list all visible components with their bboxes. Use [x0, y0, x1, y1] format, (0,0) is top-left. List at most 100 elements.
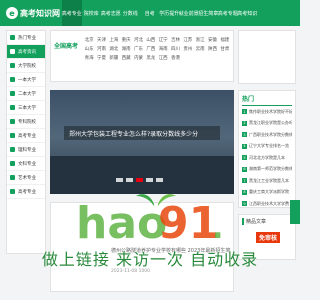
category-icon	[10, 77, 15, 82]
region-link[interactable]: 湖北	[108, 44, 120, 53]
region-link[interactable]: 山东	[83, 44, 95, 53]
sidebar-item[interactable]: 一本大学	[7, 73, 45, 87]
region-link[interactable]: 辽宁	[157, 35, 169, 44]
sidebar-item[interactable]: 热门专业	[7, 31, 45, 45]
category-icon	[10, 189, 15, 194]
hot-list-item[interactable]: 5 河北北方学院是几本	[242, 152, 292, 164]
region-link[interactable]: 海南	[157, 44, 169, 53]
hot-list-item[interactable]: 8 重庆工商大学派斯学院	[242, 187, 292, 199]
sidebar-item[interactable]: 二本大学	[7, 87, 45, 101]
sidebar-item-label: 三本大学	[18, 105, 36, 111]
region-link[interactable]: 黑龙	[145, 53, 157, 62]
carousel-dot[interactable]	[116, 178, 123, 182]
nav-item[interactable]: 高考专业	[62, 0, 82, 26]
nav-item[interactable]: 高考专题	[218, 0, 238, 26]
site-logo[interactable]: e 高考知识网	[0, 7, 62, 19]
sidebar-item[interactable]: 文科专业	[7, 157, 45, 171]
sidebar-item[interactable]: 专科院校	[7, 115, 45, 129]
region-link[interactable]: 陕西	[206, 44, 218, 53]
hot-list-item[interactable]: 7 黑龙江工业学院是几本	[242, 175, 292, 187]
ad-box[interactable]	[238, 30, 296, 84]
hot-list-title: 热门	[242, 94, 292, 106]
floating-sidebar-toggle[interactable]	[290, 200, 300, 224]
region-link[interactable]: 北京	[83, 35, 95, 44]
nav-item[interactable]: 学历提升	[159, 0, 179, 26]
rank-badge: 1	[242, 109, 247, 115]
hot-item-label: 江西职业技术大学学费	[249, 200, 289, 206]
region-grid: 北京 天津 上海 重庆 河北 山西 辽宁 吉林 江苏 浙江 安徽 福建山东 河南 湖北 湖南 广东 广西 海南 四川…	[81, 31, 233, 81]
sidebar-item[interactable]: 理科专业	[7, 143, 45, 157]
hot-item-label: 重庆工商大学派斯学院	[249, 189, 289, 195]
region-link[interactable]: 青海	[83, 53, 95, 62]
region-link[interactable]: 河北	[132, 35, 144, 44]
right-column: 热门 1 焦作职业技术学院好不好 2 黑龙江职业学院是公办吗 3 广西职业技术学院分数线 4…	[238, 30, 296, 260]
nav-item[interactable]: 高考志愿	[101, 0, 121, 26]
region-link[interactable]: 浙江	[194, 35, 206, 44]
nav-item[interactable]: 就业前景	[179, 0, 199, 26]
sidebar-item[interactable]: 艺术专业	[7, 171, 45, 185]
article-title[interactable]: 德州公路隧道养护专业学校有哪些 2023年最新招生简章	[111, 247, 231, 254]
category-icon	[10, 161, 15, 166]
hot-list-item[interactable]: 4 辽宁大学专业排名一览	[242, 141, 292, 153]
sidebar-item-label: 艺术专业	[18, 175, 36, 181]
region-link[interactable]: 香港	[169, 53, 181, 62]
region-link[interactable]: 四川	[169, 44, 181, 53]
region-link[interactable]: 河南	[95, 44, 107, 53]
hot-list-item[interactable]: 1 焦作职业技术学院好不好	[242, 106, 292, 118]
region-link[interactable]: 重庆	[120, 35, 132, 44]
region-link[interactable]: 江苏	[182, 35, 194, 44]
region-link[interactable]: 贵州	[182, 44, 194, 53]
region-link[interactable]: 吉林	[169, 35, 181, 44]
sidebar-item[interactable]: 高考专业	[7, 129, 45, 143]
main-content: 全国高考 北京 天津 上海 重庆 河北 山西 辽宁 吉林 江苏 浙江 安徽 福建 山东 河南 湖北 湖南 广东广…	[50, 30, 234, 292]
sidebar-item-label: 高考专业	[18, 133, 36, 139]
region-link[interactable]: 新疆	[108, 53, 120, 62]
carousel-dot[interactable]	[146, 178, 153, 182]
region-link[interactable]: 广西	[145, 44, 157, 53]
carousel-dot[interactable]	[136, 178, 143, 182]
region-link[interactable]: 甘肃	[219, 44, 231, 53]
sidebar-item-label: 高考专业	[18, 189, 36, 195]
region-link[interactable]: 天津	[95, 35, 107, 44]
nav-item[interactable]: 院校库	[82, 0, 102, 26]
sidebar-item[interactable]: 大学院校	[7, 59, 45, 73]
sidebar-item-label: 理科专业	[18, 147, 36, 153]
logo-text: 高考知识网	[20, 8, 60, 18]
region-link[interactable]: 广东	[132, 44, 144, 53]
region-filter-box: 全国高考 北京 天津 上海 重庆 河北 山西 辽宁 吉林 江苏 浙江 安徽 福建 山东 河南 湖北 湖南 广东广…	[50, 30, 234, 82]
region-link[interactable]: 山西	[145, 35, 157, 44]
region-link[interactable]: 云南	[194, 44, 206, 53]
category-icon	[10, 133, 15, 138]
nav-item[interactable]: 自考	[140, 0, 160, 26]
article-list: 德州公路隧道养护专业学校有哪些 2023年最新招生简章 2023-11-08 1…	[50, 202, 234, 292]
hot-list-item[interactable]: 3 广西职业技术学院分数线	[242, 129, 292, 141]
nav-item[interactable]: 分数线	[121, 0, 141, 26]
category-icon	[10, 63, 15, 68]
recommend-title: 精品文章	[242, 218, 292, 225]
region-link[interactable]: 湖南	[120, 44, 132, 53]
sidebar-item[interactable]: 高考资讯	[7, 45, 45, 59]
hot-item-label: 辽宁大学专业排名一览	[249, 143, 289, 149]
region-link[interactable]: 安徽	[206, 35, 218, 44]
sidebar-item[interactable]: 高考专业	[7, 185, 45, 199]
free-review-badge: 免审核	[256, 232, 281, 243]
region-link[interactable]: 上海	[108, 35, 120, 44]
region-link[interactable]: 宁夏	[95, 53, 107, 62]
region-link[interactable]: 内蒙	[132, 53, 144, 62]
hot-list-item[interactable]: 6 湖南第一师范学院分数线	[242, 164, 292, 176]
region-link[interactable]: 西藏	[120, 53, 132, 62]
carousel-dot[interactable]	[126, 178, 133, 182]
sidebar-item-label: 高考资讯	[18, 49, 36, 55]
sidebar-item[interactable]: 三本大学	[7, 101, 45, 115]
category-icon	[10, 105, 15, 110]
region-link[interactable]: 江西	[157, 53, 169, 62]
nav-item[interactable]: 高考知识	[237, 0, 257, 26]
carousel-dot[interactable]	[156, 178, 163, 182]
banner-carousel[interactable]: 郑州大学包装工程专业怎么样?录取分数线多少分	[50, 90, 234, 194]
banner-caption[interactable]: 郑州大学包装工程专业怎么样?录取分数线多少分	[64, 126, 220, 140]
region-link[interactable]: 福建	[219, 35, 231, 44]
hot-item-label: 黑龙江职业学院是公办吗	[249, 120, 292, 126]
nav-item[interactable]: 招生简章	[198, 0, 218, 26]
hot-list-item[interactable]: 2 黑龙江职业学院是公办吗	[242, 118, 292, 130]
hot-list-item[interactable]: 9 江西职业技术大学学费	[242, 198, 292, 210]
